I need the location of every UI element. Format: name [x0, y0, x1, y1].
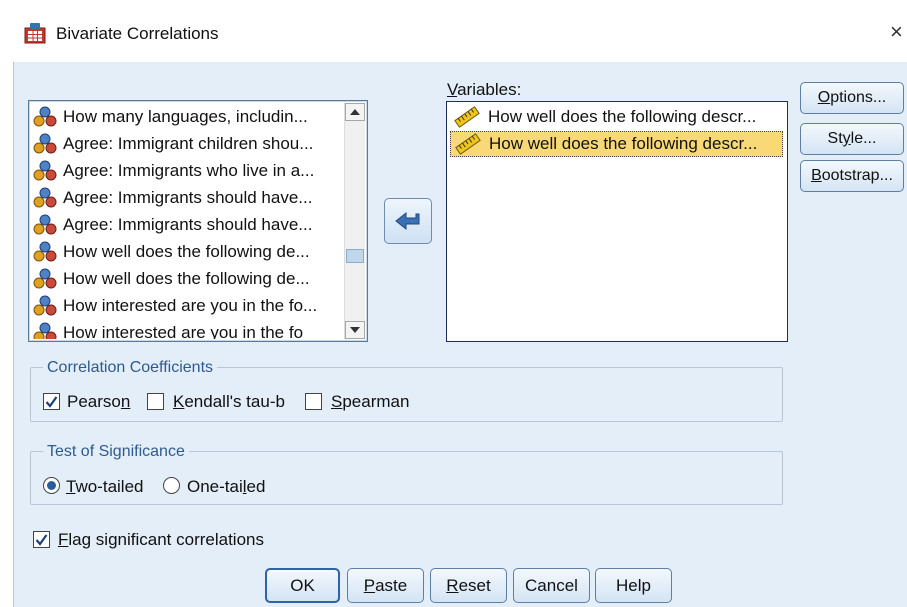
- flag-significant-checkbox[interactable]: [33, 531, 50, 548]
- source-list-item[interactable]: Agree: Immigrants who live in a...: [33, 157, 341, 184]
- scroll-up-icon: [350, 109, 360, 115]
- close-icon[interactable]: ×: [890, 19, 903, 45]
- variables-list-item[interactable]: How well does the following descr...: [450, 104, 783, 130]
- scrollbar-thumb[interactable]: [346, 249, 364, 263]
- one-tailed-radio[interactable]: [163, 477, 180, 494]
- paste-button[interactable]: Paste: [347, 568, 424, 603]
- kendall-checkbox[interactable]: [147, 393, 164, 410]
- source-list-item-label: Agree: Immigrants should have...: [63, 187, 313, 207]
- nominal-variable-icon: [33, 295, 57, 317]
- nominal-variable-icon: [33, 133, 57, 155]
- reset-button[interactable]: Reset: [430, 568, 507, 603]
- variables-list-item-selected[interactable]: How well does the following descr...: [450, 131, 783, 157]
- source-variable-list[interactable]: How many languages, includin... Agree: Im…: [28, 100, 368, 342]
- move-variable-button[interactable]: [384, 198, 432, 244]
- nominal-variable-icon: [33, 214, 57, 236]
- variables-list[interactable]: How well does the following descr... How…: [446, 101, 788, 342]
- one-tailed-label: One-tailed: [187, 477, 266, 496]
- source-list-item-label: How many languages, includin...: [63, 106, 308, 126]
- nominal-variable-icon: [33, 241, 57, 263]
- source-list-item-label: How interested are you in the fo...: [63, 295, 318, 315]
- help-button[interactable]: Help: [595, 568, 672, 603]
- source-list-item-label: Agree: Immigrants who live in a...: [63, 160, 315, 180]
- nominal-variable-icon: [33, 187, 57, 209]
- source-list-item[interactable]: How well does the following de...: [33, 238, 341, 265]
- scroll-down-button[interactable]: [345, 321, 365, 339]
- source-list-rows: How many languages, includin... Agree: Im…: [33, 103, 341, 339]
- ok-button[interactable]: OK: [265, 568, 340, 603]
- nominal-variable-icon: [33, 268, 57, 290]
- pearson-checkbox[interactable]: [43, 393, 60, 410]
- source-list-item-label: Agree: Immigrants should have...: [63, 214, 313, 234]
- window-title: Bivariate Correlations: [56, 24, 219, 43]
- style-button[interactable]: St y le...: [800, 123, 904, 155]
- checkmark-icon: [45, 396, 58, 408]
- spearman-checkbox[interactable]: [305, 393, 322, 410]
- scroll-down-icon: [350, 327, 360, 333]
- source-list-item-label: How well does the following de...: [63, 268, 310, 288]
- source-list-item-label: How well does the following de...: [63, 241, 310, 261]
- nominal-variable-icon: [33, 106, 57, 128]
- nominal-variable-icon: [33, 322, 57, 339]
- source-list-item[interactable]: Agree: Immigrants should have...: [33, 211, 341, 238]
- pearson-label: Pearson: [67, 392, 131, 411]
- radio-selected-dot: [47, 481, 56, 490]
- kendall-label: Kendall's tau-b: [173, 392, 285, 411]
- correlation-coefficients-title: Correlation Coefficients: [43, 359, 218, 377]
- window-frame: [0, 62, 14, 607]
- bootstrap-button[interactable]: Bootstrap...: [800, 160, 904, 192]
- source-list-item[interactable]: Agree: Immigrants should have...: [33, 184, 341, 211]
- scroll-up-button[interactable]: [345, 103, 365, 121]
- source-list-item[interactable]: How many languages, includin...: [33, 103, 341, 130]
- app-icon: [24, 22, 46, 44]
- source-list-item-label: Agree: Immigrant children shou...: [63, 133, 314, 153]
- two-tailed-label: Two-tailed: [66, 477, 144, 496]
- spearman-label: Spearman: [331, 392, 410, 411]
- nominal-variable-icon: [33, 160, 57, 182]
- source-list-item-label: How interested are you in the fo: [63, 322, 304, 340]
- variables-label: Variables:: [447, 80, 522, 99]
- source-list-item[interactable]: How well does the following de...: [33, 265, 341, 292]
- test-of-significance-title: Test of Significance: [43, 443, 189, 461]
- scale-variable-icon: [454, 106, 480, 128]
- two-tailed-radio[interactable]: [43, 477, 60, 494]
- move-arrow-icon: [395, 211, 420, 231]
- flag-significant-label: Flag significant correlations: [58, 530, 264, 549]
- variables-list-item-label: How well does the following descr...: [489, 134, 758, 153]
- source-list-item[interactable]: How interested are you in the fo: [33, 319, 341, 339]
- scale-variable-icon: [455, 133, 481, 155]
- source-list-item[interactable]: How interested are you in the fo...: [33, 292, 341, 319]
- variables-list-item-label: How well does the following descr...: [488, 107, 757, 126]
- checkmark-icon: [35, 534, 48, 546]
- options-button[interactable]: Options...: [800, 82, 904, 114]
- source-list-item[interactable]: Agree: Immigrant children shou...: [33, 130, 341, 157]
- cancel-button[interactable]: Cancel: [513, 568, 590, 603]
- source-list-scrollbar[interactable]: [344, 103, 365, 339]
